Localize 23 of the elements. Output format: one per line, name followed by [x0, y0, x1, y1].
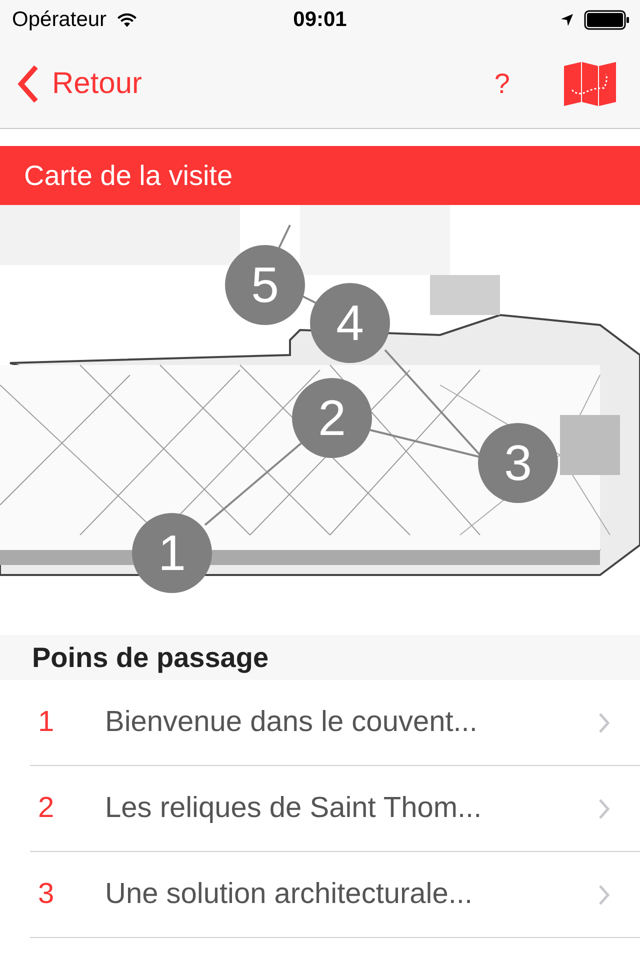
stop-number: 3 [37, 878, 56, 911]
help-button[interactable]: ? [494, 68, 510, 100]
chevron-left-icon [16, 64, 40, 104]
stop-title: Les reliques de Saint Thom... [105, 792, 483, 825]
location-arrow-icon [560, 13, 574, 27]
stop-number: 1 [37, 706, 56, 739]
clock-time: 09:01 [292, 8, 348, 32]
chevron-right-icon [598, 884, 610, 906]
battery-icon [584, 10, 630, 30]
stop-row[interactable]: 3 Une solution architecturale... [30, 852, 640, 938]
section-title: Poins de passage [32, 642, 269, 674]
stop-number: 2 [37, 792, 56, 825]
stop-title: Bienvenue dans le couvent... [105, 706, 478, 739]
banner-title: Carte de la visite [24, 160, 233, 192]
stop-title: Une solution architecturale... [105, 878, 474, 911]
stop-row[interactable]: 2 Les reliques de Saint Thom... [30, 766, 640, 852]
carrier-name: Opérateur [12, 8, 107, 32]
wifi-icon [116, 12, 137, 28]
map-icon[interactable] [564, 62, 616, 106]
back-button[interactable]: Retour [16, 64, 142, 104]
chevron-right-icon [598, 712, 610, 734]
stop-row[interactable]: 1 Bienvenue dans le couvent... [30, 680, 640, 766]
chevron-right-icon [598, 798, 610, 820]
